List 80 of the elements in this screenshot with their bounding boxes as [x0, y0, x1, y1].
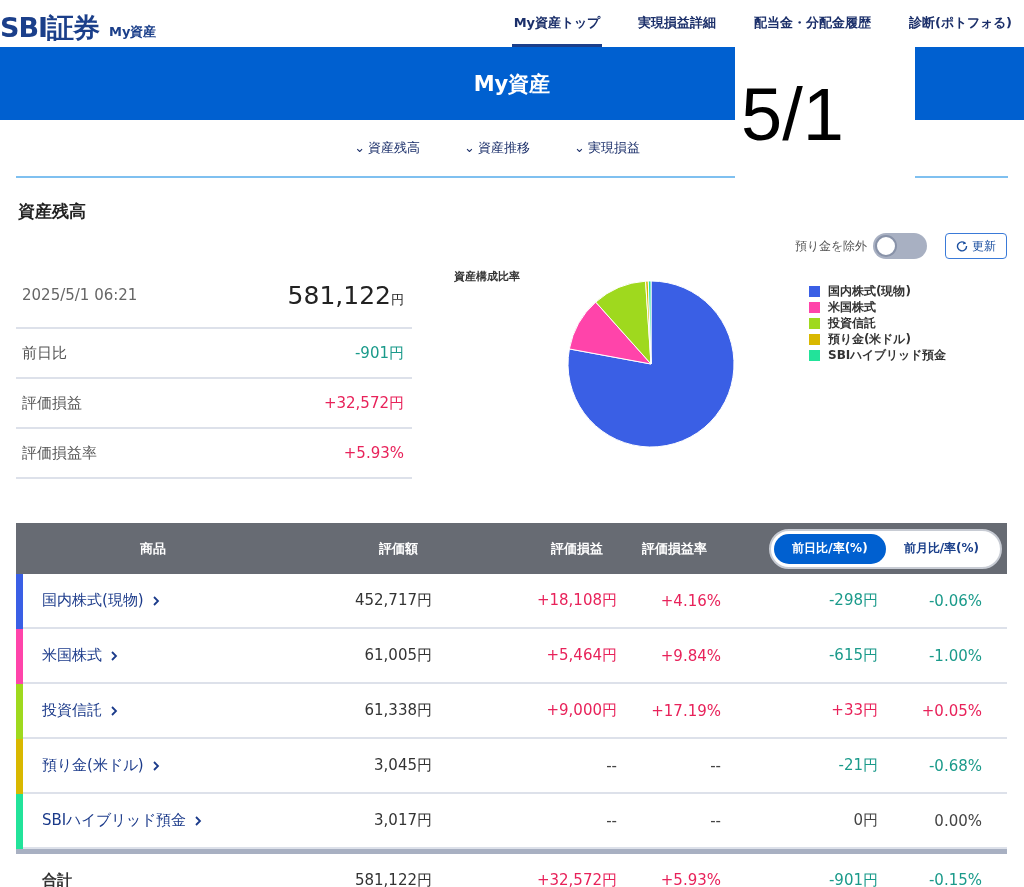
- table-cell-text: -615円: [827, 646, 878, 665]
- chevron-right-icon: [110, 704, 118, 717]
- column-header: 評価額: [378, 539, 419, 558]
- column-header: 商品: [139, 539, 167, 558]
- table-cell-text: +32,572円: [535, 870, 617, 887]
- summary-value: -901円: [354, 343, 404, 363]
- date-label: 5/1: [735, 47, 915, 181]
- site-subtitle: My資産: [109, 23, 157, 41]
- legend-swatch: [809, 285, 820, 297]
- section-link[interactable]: ⌄ 資産残高: [354, 139, 421, 157]
- chart-title: 資産構成比率: [454, 269, 520, 284]
- table-cell-text: 3,017円: [373, 811, 432, 830]
- product-link[interactable]: 投資信託: [42, 701, 118, 720]
- summary-value: +5.93%: [343, 444, 404, 462]
- summary-label: 評価損益率: [22, 443, 97, 463]
- legend-label: 預り金(米ドル): [828, 330, 911, 348]
- section-link[interactable]: ⌄ 資産推移: [464, 139, 530, 157]
- chevron-right-icon: [194, 814, 203, 827]
- table-cell-text: -901円: [827, 870, 878, 887]
- product-link[interactable]: 国内株式(現物): [42, 591, 160, 610]
- table-cell-text: -0.68%: [927, 756, 982, 775]
- table-cell-text: +17.19%: [650, 701, 721, 720]
- legend-swatch: [809, 333, 820, 345]
- logo[interactable]: SBI証券: [0, 14, 100, 41]
- product-link[interactable]: SBIハイブリッド預金: [42, 811, 203, 830]
- table-cell-text: -298円: [827, 591, 878, 610]
- refresh-button[interactable]: 更新: [945, 233, 1007, 259]
- table-cell-text: 452,717円: [353, 591, 432, 610]
- table-cell-text: --: [605, 756, 617, 775]
- table-cell-text: -1.00%: [927, 646, 982, 665]
- timestamp: 2025/5/1 06:21: [22, 286, 138, 304]
- nav-tab[interactable]: 実現損益詳細: [636, 0, 719, 47]
- nav-tab[interactable]: 配当金・分配金履歴: [752, 0, 874, 47]
- refresh-icon: [956, 240, 968, 252]
- summary-value: +32,572円: [323, 393, 404, 413]
- section-title: 資産残高: [18, 200, 87, 223]
- exclude-deposit-switch[interactable]: [873, 233, 927, 259]
- column-header: 評価損益率: [641, 539, 708, 558]
- chevron-right-icon: [151, 759, 160, 772]
- nav-tab[interactable]: 診断(ポトフォる): [907, 0, 1014, 47]
- table-cell-text: -0.15%: [927, 871, 982, 887]
- table-cell-text: --: [709, 811, 721, 830]
- table-cell-text: 581,122円: [353, 870, 432, 887]
- legend-swatch: [809, 317, 820, 329]
- legend-swatch: [809, 349, 820, 361]
- comparison-tab[interactable]: 前日比/率(%): [774, 533, 886, 564]
- table-cell-text: +9,000円: [545, 701, 617, 720]
- table-cell-text: 0円: [852, 811, 878, 830]
- page-title: My資産: [473, 70, 551, 98]
- table-cell-text: -21円: [837, 756, 878, 775]
- legend-swatch: [809, 301, 820, 313]
- table-cell-text: +5.93%: [659, 871, 721, 887]
- total-label: 合計: [42, 870, 72, 887]
- table-cell-text: 61,005円: [363, 646, 432, 665]
- switch-label: 預り金を除外: [795, 237, 867, 255]
- legend-label: 投資信託: [828, 314, 876, 332]
- summary-label: 前日比: [22, 343, 67, 363]
- table-cell-text: +4.16%: [659, 591, 721, 610]
- table-cell-text: 0.00%: [933, 811, 982, 830]
- product-link[interactable]: 預り金(米ドル): [42, 756, 160, 775]
- section-link[interactable]: ⌄ 実現損益: [573, 139, 640, 157]
- summary-label: 評価損益: [22, 393, 82, 413]
- table-cell-text: +0.05%: [920, 701, 982, 720]
- table-cell-text: 3,045円: [373, 756, 432, 775]
- product-link[interactable]: 米国株式: [42, 646, 118, 665]
- table-cell-text: --: [605, 811, 617, 830]
- column-header: 評価損益: [550, 539, 604, 558]
- table-cell-text: 61,338円: [363, 701, 432, 720]
- table-cell-text: +18,108円: [535, 591, 617, 610]
- chevron-right-icon: [151, 594, 160, 607]
- table-cell-text: +9.84%: [659, 646, 721, 665]
- legend-label: SBIハイブリッド預金: [828, 346, 947, 364]
- table-cell-text: -0.06%: [927, 591, 982, 610]
- legend-label: 国内株式(現物): [828, 282, 911, 300]
- chevron-right-icon: [110, 649, 118, 662]
- table-cell-text: +5,464円: [545, 646, 617, 665]
- legend-label: 米国株式: [828, 298, 876, 316]
- table-cell-text: +33円: [830, 701, 878, 720]
- total-value: 581,122 円: [287, 280, 404, 310]
- table-cell-text: --: [709, 756, 721, 775]
